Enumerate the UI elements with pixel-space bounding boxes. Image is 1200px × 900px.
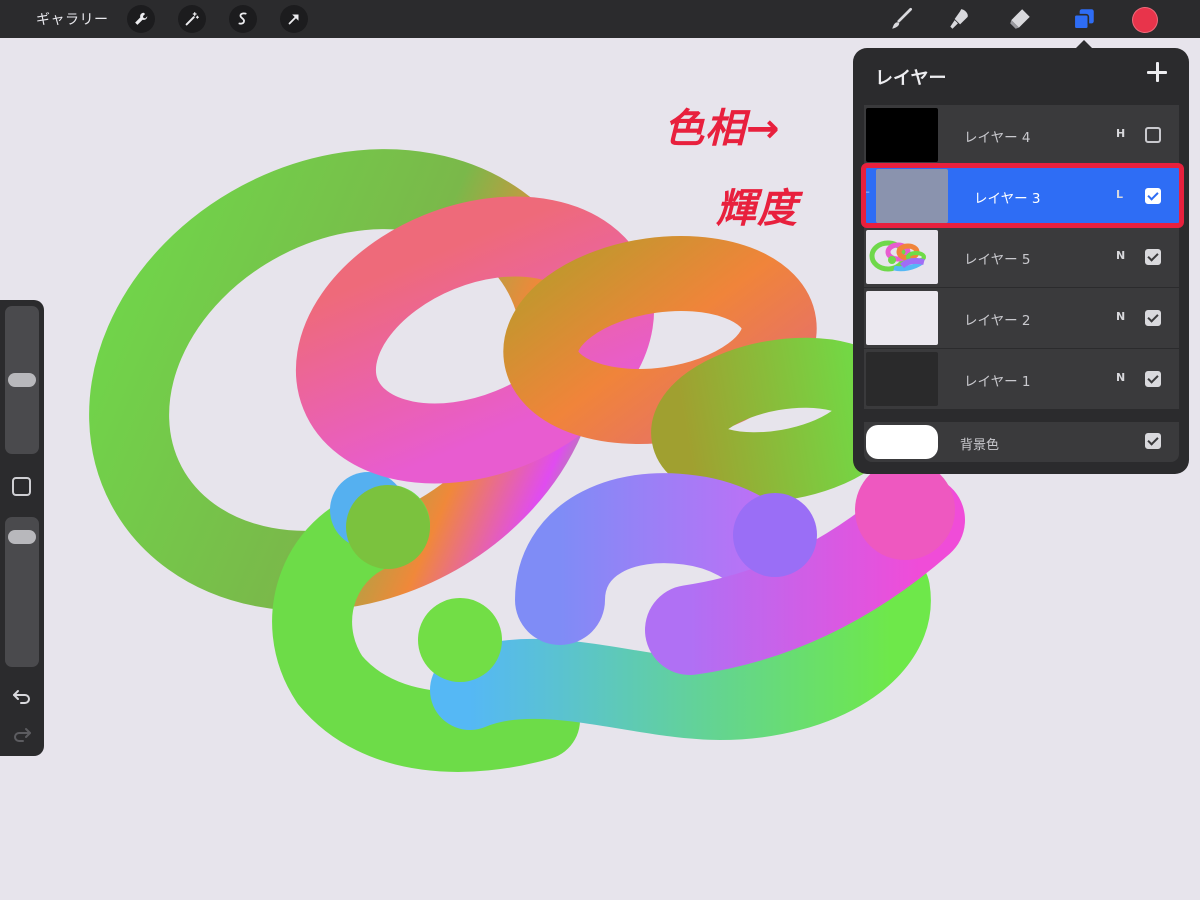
brush-icon[interactable] — [888, 5, 916, 33]
blend-mode-button[interactable]: N — [1116, 310, 1125, 323]
layer-name: レイヤー 1 — [964, 374, 1031, 390]
smudge-icon[interactable] — [945, 5, 973, 33]
layers-panel: レイヤー レイヤー 4 H ⌐ レイヤー 3 L レイヤー 5 N レイヤー 2… — [853, 48, 1189, 474]
annotation-luminosity: 輝度 — [716, 186, 798, 232]
layer-row-2[interactable]: レイヤー 2 N — [864, 288, 1179, 349]
opacity-thumb[interactable] — [8, 530, 36, 545]
visibility-checkbox[interactable] — [1145, 249, 1161, 265]
left-sidebar — [0, 300, 44, 756]
blend-mode-button[interactable]: H — [1116, 127, 1125, 140]
transform-arrow-icon[interactable] — [280, 5, 308, 33]
layer-name: レイヤー 4 — [964, 130, 1031, 146]
blend-mode-button[interactable]: N — [1116, 249, 1125, 262]
layer-thumbnail — [866, 230, 938, 284]
layers-icon[interactable] — [1070, 5, 1098, 33]
visibility-checkbox[interactable] — [1145, 433, 1161, 449]
brush-size-thumb[interactable] — [8, 373, 36, 387]
layer-name: レイヤー 5 — [964, 252, 1031, 268]
background-color-row[interactable]: 背景色 — [864, 422, 1179, 462]
annotation-hue: 色相→ — [664, 106, 781, 152]
visibility-checkbox[interactable] — [1145, 371, 1161, 387]
gallery-button[interactable]: ギャラリー — [36, 9, 109, 29]
layer-thumbnail — [866, 108, 938, 162]
blend-mode-button[interactable]: N — [1116, 371, 1125, 384]
undo-icon[interactable] — [10, 686, 34, 706]
background-color-label: 背景色 — [960, 438, 1000, 453]
layer-thumbnail — [866, 291, 938, 345]
layer-row-5[interactable]: レイヤー 5 N — [864, 227, 1179, 288]
top-toolbar: ギャラリー — [0, 0, 1200, 38]
layer-row-4[interactable]: レイヤー 4 H — [864, 105, 1179, 166]
selection-icon[interactable] — [229, 5, 257, 33]
add-layer-plus-icon[interactable] — [1145, 60, 1169, 84]
layer-name: レイヤー 2 — [964, 313, 1031, 329]
magic-wand-icon[interactable] — [178, 5, 206, 33]
selected-layer-highlight — [861, 163, 1184, 228]
visibility-checkbox[interactable] — [1145, 127, 1161, 143]
current-color-swatch[interactable] — [1132, 7, 1158, 33]
background-color-swatch[interactable] — [866, 425, 938, 459]
wrench-icon[interactable] — [127, 5, 155, 33]
layer-row-1[interactable]: レイヤー 1 N — [864, 349, 1179, 410]
layers-panel-title: レイヤー — [875, 68, 947, 89]
visibility-checkbox[interactable] — [1145, 310, 1161, 326]
brush-size-slider[interactable] — [5, 306, 39, 454]
modify-button[interactable] — [12, 477, 31, 496]
eraser-icon[interactable] — [1006, 5, 1034, 33]
redo-icon[interactable] — [10, 724, 34, 744]
opacity-slider[interactable] — [5, 517, 39, 667]
layer-thumbnail — [866, 352, 938, 406]
